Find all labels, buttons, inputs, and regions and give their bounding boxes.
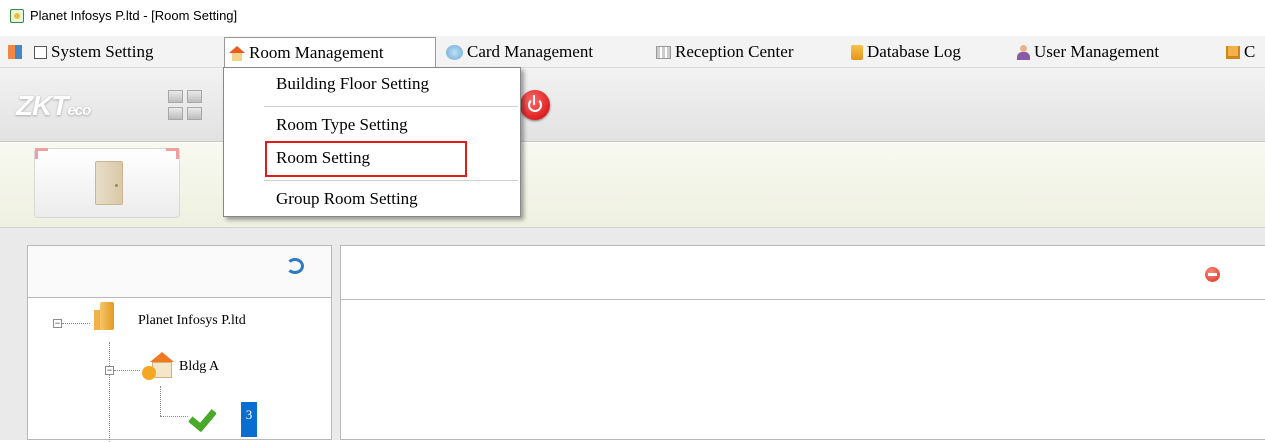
tree-connector	[62, 323, 90, 324]
title-bar: Planet Infosys P.ltd - [Room Setting]	[0, 0, 1265, 36]
room-module-button[interactable]	[34, 148, 180, 218]
door-icon	[95, 161, 123, 205]
tree-connector	[114, 370, 140, 371]
tree-connector	[160, 386, 161, 416]
menu-database-log[interactable]: Database Log	[851, 36, 961, 68]
power-icon[interactable]	[520, 90, 550, 120]
tree-connector	[109, 342, 110, 442]
system-setting-icon	[34, 45, 47, 59]
zkteco-logo: ZKTeco	[16, 90, 91, 121]
tree-connector	[160, 416, 188, 417]
module-strip	[0, 143, 1265, 228]
menu-room-type-setting[interactable]: Room Type Setting	[276, 115, 408, 135]
menu-system-setting[interactable]: System Setting	[34, 36, 153, 68]
grid-view-icon[interactable]	[168, 90, 206, 124]
building-icon	[142, 352, 178, 382]
tree-expander-building[interactable]: −	[105, 366, 114, 375]
menu-label: System Setting	[51, 42, 154, 61]
menu-separator	[264, 106, 518, 107]
menu-room-management[interactable]: Room Management	[224, 37, 436, 68]
menu-label: Database Log	[867, 42, 961, 61]
app-icon	[10, 9, 24, 23]
tree-node-room[interactable]: 3	[241, 402, 257, 437]
room-setting-highlight-box	[265, 141, 467, 177]
remove-icon[interactable]	[1205, 267, 1220, 282]
tree-panel: − − Planet Infosys P.ltd Bldg A 3	[27, 245, 332, 442]
toolbar: ZKTeco	[0, 68, 1265, 142]
menu-label: Card Management	[467, 42, 594, 61]
tree-node-company[interactable]: Planet Infosys P.ltd	[138, 313, 246, 329]
menu-user-management[interactable]: User Management	[1016, 36, 1159, 68]
menu-bar: System Setting Room Management Card Mana…	[0, 36, 1265, 68]
room-list-header	[341, 246, 1265, 300]
card-icon	[446, 44, 463, 60]
checkmark-icon	[190, 403, 220, 427]
database-log-icon	[851, 44, 863, 60]
menu-group-room-setting[interactable]: Group Room Setting	[276, 189, 418, 209]
reception-icon	[656, 45, 671, 59]
user-icon	[1016, 44, 1030, 60]
room-list-panel	[340, 245, 1265, 440]
menu-cart[interactable]: C	[1226, 36, 1255, 68]
menu-label: Reception Center	[675, 42, 794, 61]
tree-node-building[interactable]: Bldg A	[179, 359, 219, 375]
menu-separator	[264, 180, 518, 181]
cart-icon	[1226, 45, 1240, 59]
menu-card-management[interactable]: Card Management	[446, 36, 593, 68]
menu-building-floor-setting[interactable]: Building Floor Setting	[276, 74, 429, 94]
tree-header	[28, 246, 331, 298]
menu-reception-center[interactable]: Reception Center	[656, 36, 794, 68]
company-building-icon	[94, 302, 120, 330]
menu-label: C	[1244, 42, 1256, 61]
refresh-icon[interactable]	[286, 258, 304, 274]
house-icon	[229, 45, 245, 61]
menu-grip-icon[interactable]	[8, 36, 30, 68]
tree-expander-root[interactable]: −	[53, 319, 62, 328]
menu-grid-icon	[8, 45, 22, 59]
menu-label: User Management	[1034, 42, 1160, 61]
window-title: Planet Infosys P.ltd - [Room Setting]	[30, 8, 238, 23]
menu-label: Room Management	[249, 43, 384, 62]
